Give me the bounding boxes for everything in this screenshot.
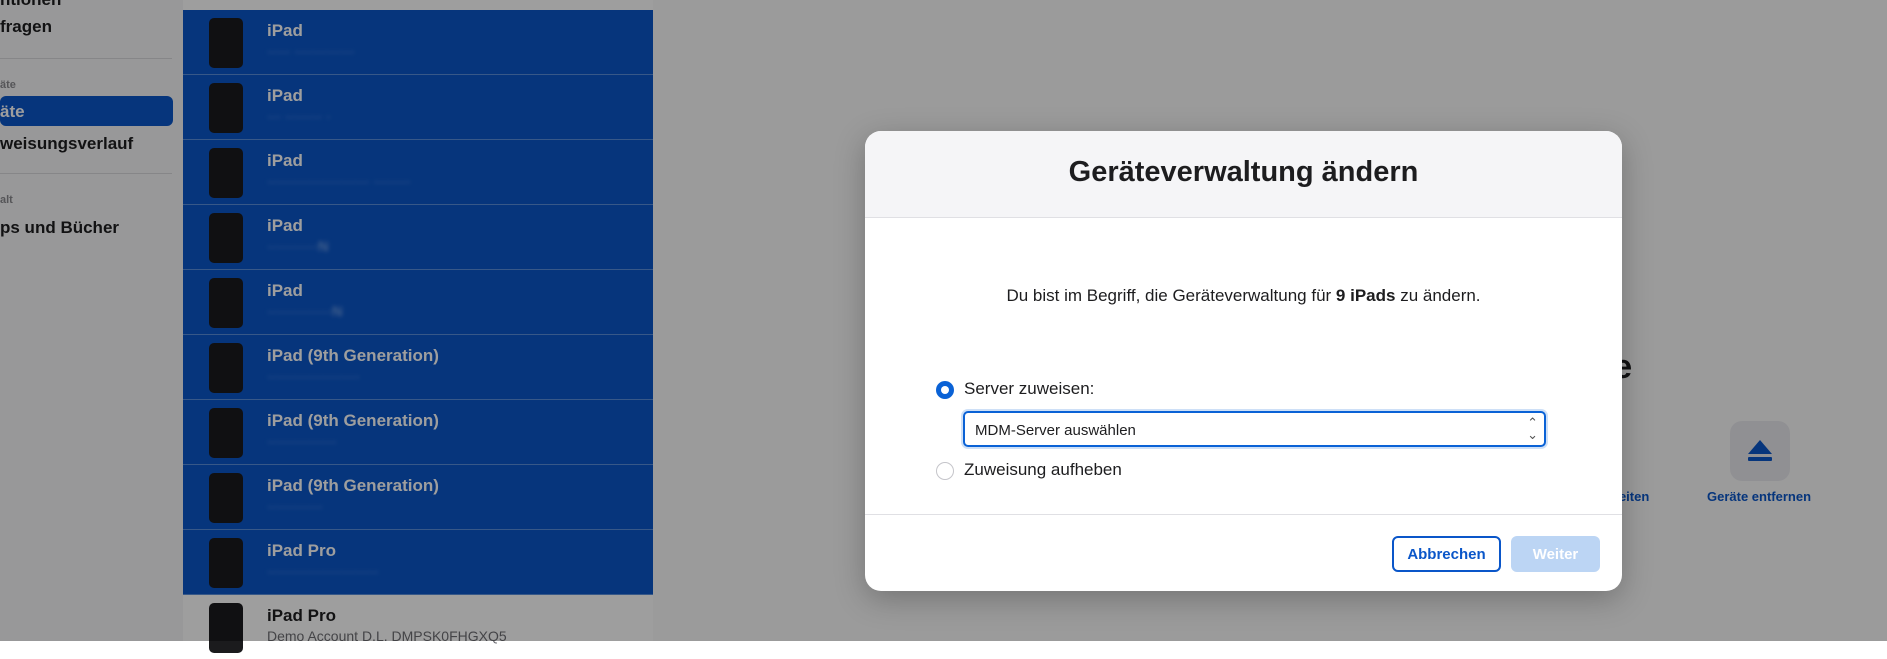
dialog-message: Du bist im Begriff, die Geräteverwaltung…	[865, 286, 1622, 306]
assign-server-label[interactable]: Server zuweisen:	[964, 379, 1094, 399]
dialog-footer-divider	[865, 514, 1622, 515]
dialog-title: Geräteverwaltung ändern	[1068, 156, 1419, 188]
change-device-management-dialog: Geräteverwaltung ändern Du bist im Begri…	[865, 131, 1622, 591]
unassign-radio[interactable]	[936, 462, 954, 480]
dialog-message-end: zu ändern.	[1395, 286, 1481, 305]
dialog-message-count: 9 iPads	[1335, 286, 1396, 305]
chevron-up-down-icon: ⌃ ⌄	[1527, 415, 1538, 442]
assign-server-radio[interactable]	[936, 381, 954, 399]
cancel-button[interactable]: Abbrechen	[1392, 536, 1501, 572]
mdm-server-select[interactable]: MDM-Server auswählen ⌃ ⌄	[963, 411, 1546, 447]
unassign-label[interactable]: Zuweisung aufheben	[964, 460, 1122, 480]
dialog-header: Geräteverwaltung ändern	[865, 131, 1622, 218]
next-button[interactable]: Weiter	[1511, 536, 1600, 572]
mdm-server-select-value: MDM-Server auswählen	[975, 422, 1136, 439]
dialog-message-start: Du bist im Begriff, die Geräteverwaltung…	[1006, 286, 1336, 305]
